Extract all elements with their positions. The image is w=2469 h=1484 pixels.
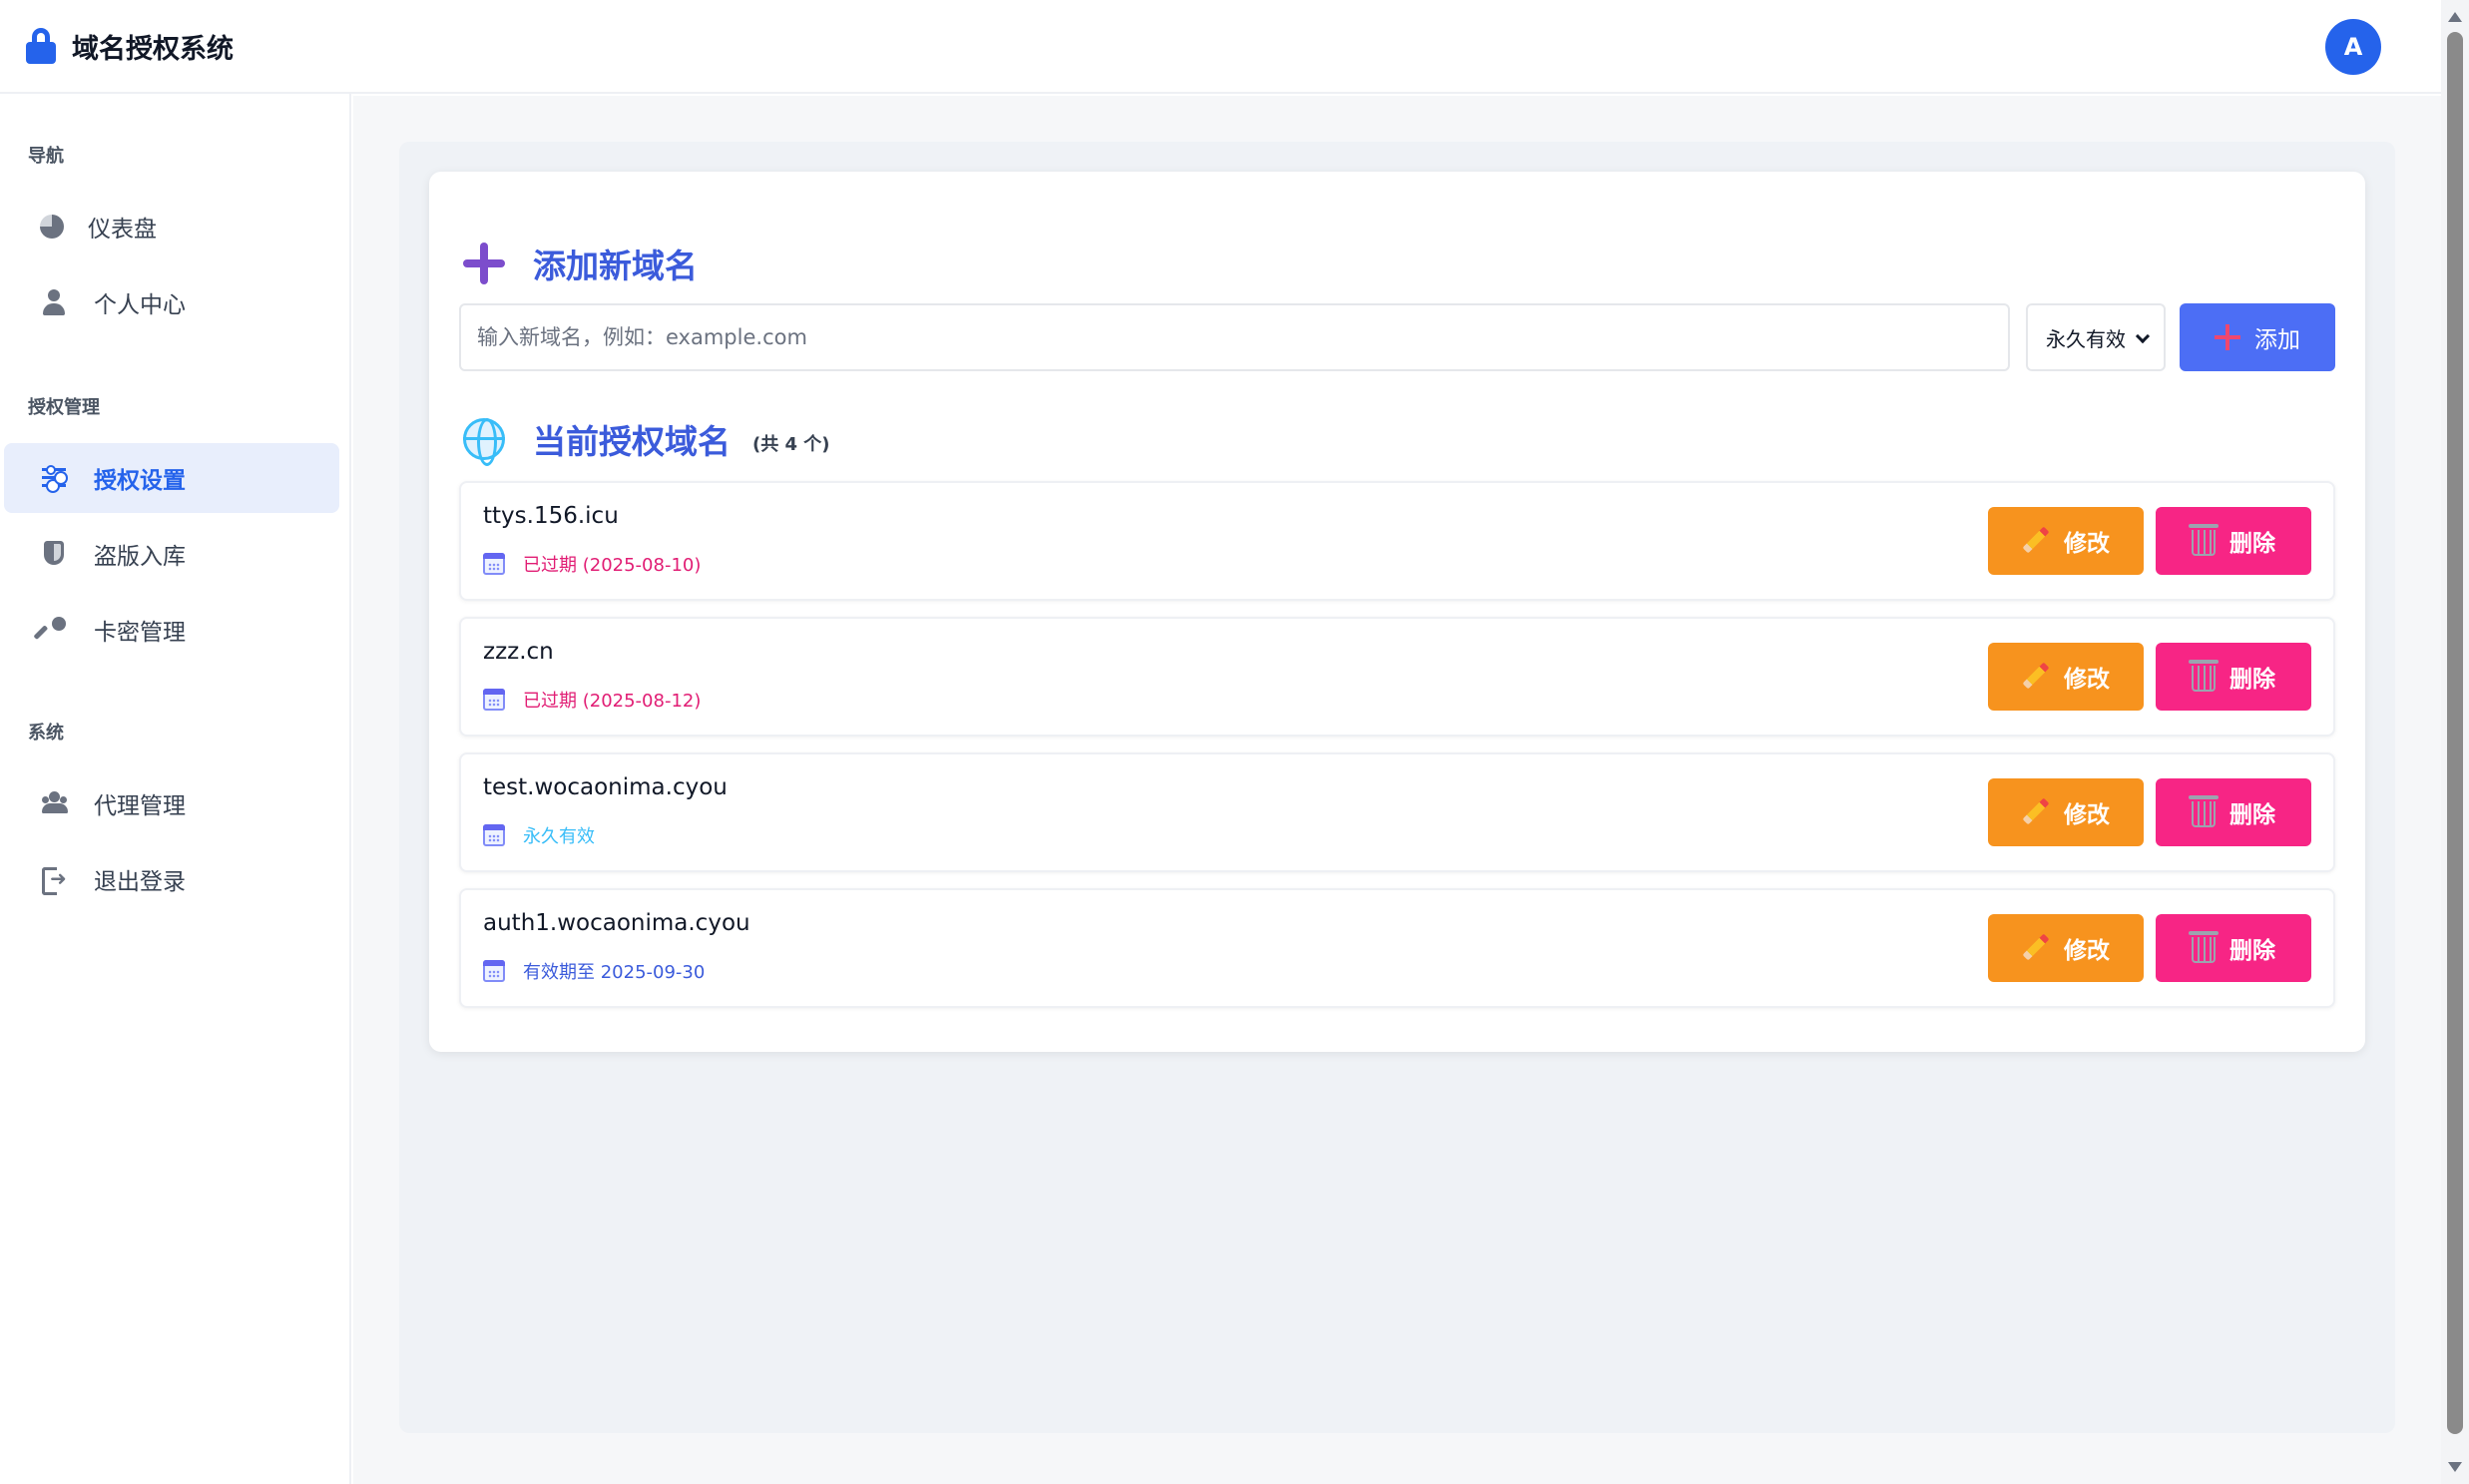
add-domain-button[interactable]: 添加 [2180,303,2335,371]
sidebar-item-profile[interactable]: 个人中心 [4,267,339,337]
sidebar-item-logout[interactable]: 退出登录 [4,844,339,914]
plus-icon [2215,324,2240,350]
domain-name: auth1.wocaonima.cyou [483,910,750,936]
calendar-icon [483,824,505,846]
app-title: 域名授权系统 [72,33,234,65]
scroll-thumb[interactable] [2447,32,2463,1434]
add-domain-title: 添加新域名 [533,247,698,285]
edit-button[interactable]: 修改 [1988,778,2144,846]
domain-count: (共 4 个) [752,434,830,455]
edit-label: 修改 [2064,938,2110,964]
pencil-icon [2022,934,2050,962]
trash-icon [2189,660,2219,692]
table-row: test.wocaonima.cyou 永久有效 修改 删除 [459,752,2335,872]
delete-button[interactable]: 删除 [2156,914,2311,982]
add-button-label: 添加 [2254,327,2300,353]
sidebar-section-system: 系统 [28,723,64,743]
edit-button[interactable]: 修改 [1988,507,2144,575]
sidebar-item-label: 授权设置 [94,468,186,494]
domain-status: 已过期 (2025-08-10) [483,551,701,577]
edit-button[interactable]: 修改 [1988,643,2144,711]
pencil-icon [2022,663,2050,691]
shield-icon [40,539,70,569]
domain-status-text: 已过期 (2025-08-12) [523,691,702,712]
domain-status: 有效期至 2025-09-30 [483,958,705,984]
domain-name: zzz.cn [483,639,554,665]
delete-label: 删除 [2229,938,2275,964]
domain-status-text: 有效期至 2025-09-30 [523,962,706,983]
edit-label: 修改 [2064,667,2110,693]
top-header: 域名授权系统 A [0,0,2441,94]
key-icon [40,615,70,645]
calendar-icon [483,960,505,982]
domain-name: ttys.156.icu [483,503,619,529]
logout-icon [40,864,70,895]
user-icon [40,287,70,317]
sidebar-item-label: 个人中心 [94,292,186,318]
delete-label: 删除 [2229,802,2275,828]
table-row: ttys.156.icu 已过期 (2025-08-10) 修改 删除 [459,481,2335,601]
sidebar: 导航 仪表盘 个人中心 授权管理 授权设置 盗版入库 卡密管理 系统 代理管理 … [0,94,351,1484]
current-domains-title: 当前授权域名 [533,422,731,461]
sidebar-item-label: 卡密管理 [94,620,186,646]
add-domain-heading: 添加新域名 [463,240,698,287]
sidebar-item-label: 仪表盘 [88,217,157,243]
sidebar-section-auth: 授权管理 [28,397,100,418]
scroll-up-arrow-icon[interactable] [2448,12,2462,22]
domain-status-text: 永久有效 [523,826,595,847]
sidebar-item-label: 退出登录 [94,869,186,895]
trash-icon [2189,931,2219,963]
avatar[interactable]: A [2325,19,2381,75]
calendar-icon [483,689,505,711]
expiry-select[interactable]: 永久有效 [2026,303,2166,371]
users-icon [40,788,70,818]
delete-label: 删除 [2229,531,2275,557]
sidebar-item-agents[interactable]: 代理管理 [4,768,339,838]
scroll-down-arrow-icon[interactable] [2448,1462,2462,1472]
brand[interactable]: 域名授权系统 [26,27,234,66]
edit-label: 修改 [2064,531,2110,557]
plus-icon [463,243,505,284]
current-domains-heading: 当前授权域名 (共 4 个) [463,415,830,466]
sidebar-item-label: 代理管理 [94,793,186,819]
sidebar-item-cards[interactable]: 卡密管理 [4,595,339,665]
domain-status: 永久有效 [483,822,595,848]
sidebar-section-nav: 导航 [28,146,64,167]
table-row: zzz.cn 已过期 (2025-08-12) 修改 删除 [459,617,2335,737]
sidebar-item-label: 盗版入库 [94,544,186,570]
domain-status: 已过期 (2025-08-12) [483,687,701,713]
table-row: auth1.wocaonima.cyou 有效期至 2025-09-30 修改 … [459,888,2335,1008]
delete-button[interactable]: 删除 [2156,778,2311,846]
domain-status-text: 已过期 (2025-08-10) [523,555,702,576]
edit-label: 修改 [2064,802,2110,828]
globe-icon [463,418,505,466]
sidebar-item-dashboard[interactable]: 仪表盘 [4,192,339,261]
sliders-icon [40,463,70,493]
pie-chart-icon [40,215,64,239]
domain-name: test.wocaonima.cyou [483,774,728,800]
edit-button[interactable]: 修改 [1988,914,2144,982]
lock-icon [26,28,56,64]
delete-button[interactable]: 删除 [2156,643,2311,711]
page-scrollbar[interactable] [2441,0,2469,1484]
chevron-down-icon [2135,328,2151,344]
calendar-icon [483,553,505,575]
delete-button[interactable]: 删除 [2156,507,2311,575]
pencil-icon [2022,527,2050,555]
trash-icon [2189,524,2219,556]
trash-icon [2189,795,2219,827]
new-domain-input[interactable] [459,303,2010,371]
sidebar-item-piracy[interactable]: 盗版入库 [4,519,339,589]
pencil-icon [2022,798,2050,826]
sidebar-item-auth-settings[interactable]: 授权设置 [4,443,339,513]
expiry-select-value: 永久有效 [2046,326,2126,351]
delete-label: 删除 [2229,667,2275,693]
